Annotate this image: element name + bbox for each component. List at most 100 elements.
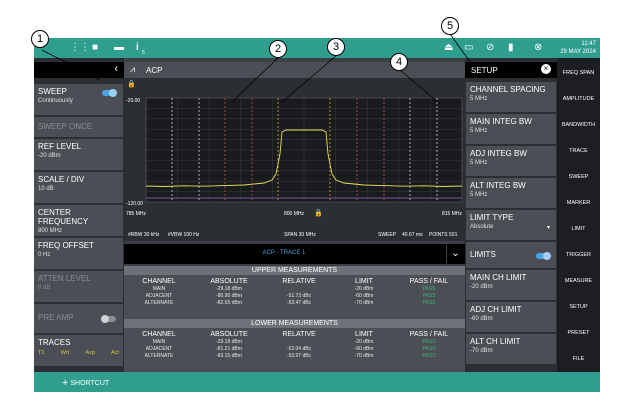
alt-integ-bw-button[interactable]: ALT INTEG BW 5 MHz — [466, 178, 556, 208]
close-icon[interactable]: × — [541, 64, 551, 74]
alt-integ-bw-value: 5 MHz — [470, 192, 488, 198]
menu-trace[interactable]: TRACE — [557, 148, 600, 154]
sweep-button[interactable]: SWEEP Continuously — [34, 84, 123, 116]
channel-spacing-button[interactable]: CHANNEL SPACING 5 MHz — [466, 82, 556, 112]
menu-trigger[interactable]: TRIGGER — [557, 252, 600, 258]
menu-measure[interactable]: MEASURE — [557, 278, 600, 284]
time-text: 11:47 — [581, 41, 596, 47]
limit-type-label: LIMIT TYPE — [470, 213, 514, 222]
pre-amp-label: PRE AMP — [38, 313, 74, 322]
bottom-bar: + SHORTCUT — [34, 372, 600, 392]
menu-amplitude[interactable]: AMPLITUDE — [557, 96, 600, 102]
date-text: 29 MAY 2024 — [560, 49, 596, 55]
scale-div-button[interactable]: SCALE / DIV 10 dB — [34, 172, 123, 204]
adj-integ-bw-label: ADJ INTEG BW — [470, 149, 527, 158]
menu-bandwidth[interactable]: BANDWIDTH — [557, 122, 600, 128]
adj-integ-bw-value: 5 MHz — [470, 160, 488, 166]
rbw-text: #RBW 30 kHz — [128, 232, 160, 238]
adj-ch-limit-button[interactable]: ADJ CH LIMIT -60 dBm — [466, 302, 556, 332]
battery-icon: ▮ — [508, 42, 514, 53]
spectrum-svg: 🔒 -20.00 -120.00 785 MHz 800 MHz 🔒 815 M… — [126, 80, 463, 217]
table-row: ALTERNATE -83.15 dBm -53.97 dBc -70 dBm … — [144, 353, 436, 359]
dropdown-caret-icon: ▾ — [546, 225, 550, 231]
x-center-label: 800 MHz — [284, 211, 305, 217]
menu-sweep[interactable]: SWEEP — [557, 174, 600, 180]
camera-icon[interactable]: ■ — [92, 43, 98, 53]
freq-offset-label: FREQ OFFSET — [38, 241, 94, 250]
sweep-once-button[interactable]: SWEEP ONCE — [34, 117, 123, 138]
col-pass-fail: PASS / FAIL — [409, 278, 449, 285]
alt-ch-limit-button[interactable]: ALT CH LIMIT -70 dBm — [466, 334, 556, 364]
main-integ-bw-button[interactable]: MAIN INTEG BW 5 MHz — [466, 114, 556, 144]
sweep-toggle[interactable] — [102, 89, 117, 97]
freq-offset-value: 0 Hz — [38, 252, 51, 258]
setup-title: SETUP — [471, 66, 498, 75]
trace-state: Act — [111, 350, 119, 356]
measurement-header: ⩘ ACP — [124, 62, 465, 78]
spectrum-plot[interactable]: 🔒 -20.00 -120.00 785 MHz 800 MHz 🔒 815 M… — [124, 78, 465, 241]
callout-4: 4 — [390, 53, 408, 71]
gps-off-icon: ⊗ — [534, 42, 543, 53]
chart-icon: ⩘ — [130, 64, 136, 74]
x-left-label: 785 MHz — [126, 211, 147, 217]
scale-div-value: 10 dB — [38, 186, 54, 192]
center-lock-icon: 🔒 — [314, 209, 323, 217]
callout-1: 1 — [31, 30, 49, 48]
limits-label: LIMITS — [470, 250, 496, 259]
adj-integ-bw-button[interactable]: ADJ INTEG BW 5 MHz — [466, 146, 556, 176]
menu-freq-span[interactable]: FREQ SPAN — [557, 70, 600, 76]
status-bar: ⋮⋮ ■ ▬ i 5 ⏏ ▭ ⊘ ▮ ⊗ 11:47 29 MAY 2024 — [34, 38, 600, 58]
upper-measurements-title: UPPER MEASUREMENTS — [124, 266, 465, 275]
limits-toggle[interactable] — [536, 252, 551, 260]
sweep-label: SWEEP — [378, 232, 397, 238]
wifi-off-icon: ⊘ — [486, 42, 495, 53]
menu-limit[interactable]: LIMIT — [557, 226, 600, 232]
trace-selector[interactable]: ACP - TRACE 1 ⌄ — [124, 244, 465, 264]
menu-file[interactable]: FILE — [557, 356, 600, 362]
main-integ-bw-label: MAIN INTEG BW — [470, 117, 532, 126]
menu-preset[interactable]: PRESET — [557, 330, 600, 336]
center-frequency-value: 800 MHz — [38, 228, 63, 234]
eject-icon: ⏏ — [444, 42, 454, 53]
apps-grid-icon[interactable]: ⋮⋮ — [70, 43, 90, 53]
collapse-chevron-icon[interactable]: ‹ — [114, 63, 118, 75]
setup-panel-header: SETUP × — [465, 62, 557, 78]
trace-number: T1 — [38, 350, 45, 356]
main-ch-limit-button[interactable]: MAIN CH LIMIT -20 dBm — [466, 270, 556, 300]
acquisition-info: #RBW 30 kHz #VBW 100 Hz SPAN 30 MHz SWEE… — [124, 228, 465, 242]
limit-type-dropdown[interactable]: LIMIT TYPE Absolute ▾ — [466, 210, 556, 240]
freq-offset-button[interactable]: FREQ OFFSET 0 Hz — [34, 238, 123, 270]
callout-3: 3 — [327, 38, 345, 56]
channel-spacing-value: 5 MHz — [470, 96, 488, 102]
center-frequency-button[interactable]: CENTER FREQUENCY 800 MHz — [34, 205, 123, 237]
atten-level-button[interactable]: ATTEN LEVEL 0 dB — [34, 271, 123, 303]
left-panel-header: ‹ — [34, 62, 124, 78]
ref-level-label: REF LEVEL — [38, 142, 82, 151]
menu-marker[interactable]: MARKER — [557, 200, 600, 206]
col-absolute: ABSOLUTE — [210, 278, 248, 285]
trace-label: ACP - TRACE 1 — [262, 250, 306, 256]
table-row: ADJACENT -80.90 dBm -51.73 dBc -60 dBm P… — [145, 293, 436, 299]
ref-level-button[interactable]: REF LEVEL -20 dBm — [34, 139, 123, 171]
trace-dropdown-chevron-icon[interactable]: ⌄ — [446, 245, 464, 263]
shortcut-label: SHORTCUT — [70, 380, 110, 387]
alt-ch-limit-value: -70 dBm — [470, 348, 493, 354]
info-icon[interactable]: i — [136, 43, 139, 53]
traces-button[interactable]: TRACES T1 Wrt Avg Act — [34, 335, 123, 367]
clock: 11:47 29 MAY 2024 — [560, 40, 596, 56]
screen-icon: ▭ — [464, 42, 474, 53]
info-badge: 5 — [142, 50, 145, 56]
main-ch-limit-label: MAIN CH LIMIT — [470, 273, 527, 282]
col-relative: RELATIVE — [282, 278, 316, 285]
pre-amp-button[interactable]: PRE AMP — [34, 304, 123, 334]
atten-level-label: ATTEN LEVEL — [38, 274, 91, 283]
table-row: ADJACENT -81.21 dBm -52.04 dBc -60 dBm P… — [145, 346, 436, 352]
table-row: ALTERNATE -82.65 dBm -53.47 dBc -70 dBm … — [144, 300, 436, 306]
save-icon[interactable]: ▬ — [114, 43, 124, 53]
y-top-label: -20.00 — [126, 98, 140, 104]
shortcut-button[interactable]: + SHORTCUT — [62, 376, 110, 389]
menu-setup[interactable]: SETUP — [557, 304, 600, 310]
limits-button[interactable]: LIMITS — [466, 242, 556, 268]
pre-amp-toggle[interactable] — [101, 315, 116, 323]
channel-spacing-label: CHANNEL SPACING — [470, 85, 546, 94]
